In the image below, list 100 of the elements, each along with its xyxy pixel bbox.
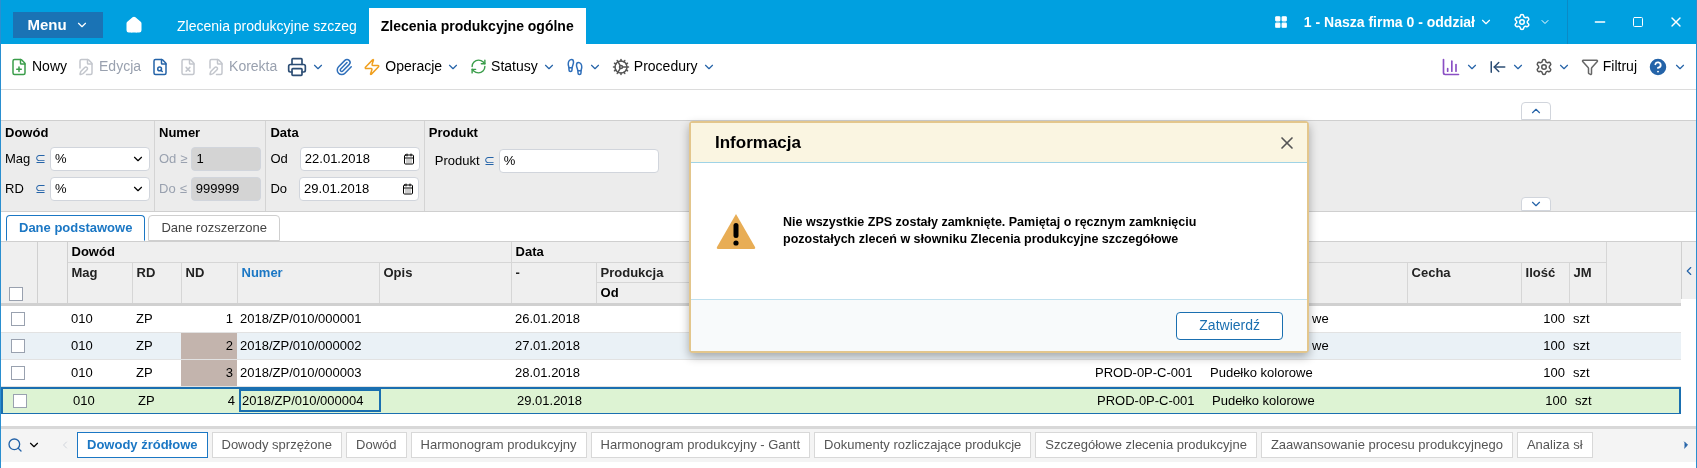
- view-tab[interactable]: Dane rozszerzone: [148, 215, 280, 241]
- bottom-tab[interactable]: Harmonogram produkcyjny - Gantt: [590, 432, 811, 458]
- table-cell-text: szt: [1572, 336, 1591, 355]
- table-row[interactable]: 010 ZP 4 2018/ZP/010/000004 29.01.2018 PROD-0P-C-001 Pudełko kolorowe 100 szt: [1, 386, 1681, 414]
- table-cell-text: szt: [1572, 309, 1591, 328]
- column-header[interactable]: Numer: [241, 264, 283, 280]
- column-header[interactable]: Mag: [71, 264, 98, 280]
- filter-group-title: Numer: [159, 125, 201, 140]
- lightning-icon: [363, 57, 382, 76]
- home-icon[interactable]: [125, 16, 143, 34]
- calendar-icon: [402, 152, 415, 165]
- table-cell-text: 010: [72, 391, 96, 410]
- table-row[interactable]: 010 ZP 3 2018/ZP/010/000003 28.01.2018 PROD-0P-C-001 Pudełko kolorowe 100 szt: [1, 359, 1681, 387]
- operator-sign: ≥: [180, 149, 189, 168]
- maximize-icon[interactable]: [1632, 16, 1644, 28]
- toolbar-button[interactable]: Operacje: [358, 52, 466, 81]
- column-header[interactable]: Opis: [383, 264, 413, 280]
- column-header[interactable]: -: [515, 264, 520, 280]
- table-cell-text: szt: [1574, 391, 1593, 410]
- field-label: RD: [5, 179, 25, 198]
- column-header[interactable]: Ilość: [1525, 264, 1556, 280]
- dialog-title: Informacja: [715, 131, 801, 154]
- column-group-header: Data: [515, 244, 544, 259]
- select-all-checkbox[interactable]: [9, 286, 23, 301]
- table-cell-text: Pudełko kolorowe: [1212, 391, 1315, 410]
- select-field[interactable]: %: [50, 146, 150, 171]
- table-cell: PROD-0P-C-001: [1097, 392, 1195, 408]
- column-header[interactable]: ND: [185, 264, 205, 280]
- refresh-icon: [470, 58, 488, 75]
- table-cell-text: 2018/ZP/010/000002: [239, 336, 363, 355]
- settings-icon: [1534, 57, 1553, 76]
- bottom-tab[interactable]: Dowód: [346, 432, 407, 458]
- window-tab[interactable]: Zlecenia produkcyjne ogólne: [368, 8, 586, 44]
- bottom-tab[interactable]: Szczegółowe zlecenia produkcyjne: [1035, 432, 1257, 458]
- table-cell-text: ZP: [135, 309, 154, 328]
- menu-button[interactable]: Menu: [13, 12, 103, 38]
- row-checkbox[interactable]: [11, 311, 25, 326]
- row-checkbox[interactable]: [11, 338, 25, 353]
- toolbar-button[interactable]: Procedury: [606, 52, 721, 81]
- bottom-tab[interactable]: Dowody sprzężone: [211, 432, 343, 458]
- input-field[interactable]: %: [498, 148, 659, 173]
- edit-document-icon: [77, 57, 95, 76]
- field-label: Do: [159, 179, 177, 198]
- table-cell-text: 100: [1542, 363, 1566, 382]
- field-label: Do: [270, 179, 289, 198]
- row-checkbox[interactable]: [13, 393, 27, 408]
- footprints-icon: [565, 57, 584, 76]
- toolbar-button[interactable]: Filtruj: [1575, 52, 1642, 81]
- table-cell-text: we: [1312, 309, 1329, 328]
- table-cell-text: 010: [70, 336, 94, 355]
- column-group-header: Dowód: [71, 244, 115, 259]
- collapse-button[interactable]: [1521, 102, 1551, 120]
- bottom-tab[interactable]: Dowody źródłowe: [77, 432, 208, 458]
- view-tab[interactable]: Dane podstawowe: [6, 215, 146, 241]
- filter-group-title: Dowód: [5, 125, 49, 140]
- table-cell-text: 2018/ZP/010/000003: [239, 363, 363, 382]
- column-header[interactable]: Cecha: [1411, 264, 1451, 280]
- table-cell: 3: [181, 359, 237, 386]
- correction-icon: [207, 57, 226, 76]
- table-cell: 2018/ZP/010/000004: [241, 390, 379, 411]
- table-cell: PROD-0P-C-001: [1095, 364, 1193, 380]
- settings-icon[interactable]: [1513, 13, 1531, 31]
- print-icon: [287, 56, 308, 77]
- table-cell-text: ZP: [137, 391, 156, 410]
- bottom-tab[interactable]: Dokumenty rozliczające produkcje: [814, 432, 1032, 458]
- bottom-tab[interactable]: Harmonogram produkcyjny: [410, 432, 587, 458]
- select-field[interactable]: %: [50, 176, 150, 201]
- gear-document-icon: [611, 57, 630, 76]
- date-field[interactable]: 22.01.2018: [299, 146, 420, 171]
- table-cell-text: 28.01.2018: [514, 363, 582, 382]
- dialog-message: Nie wszystkie ZPS zostały zamknięte. Pamiętaj o ręcznym zamknięciu pozostałych zleceń w słowniku Zlecenia produkcyjne szczegółowe: [783, 214, 1198, 248]
- confirm-button[interactable]: Zatwierdź: [1176, 311, 1283, 340]
- paperclip-icon: [335, 57, 354, 76]
- filter-icon: [1580, 57, 1599, 76]
- date-field[interactable]: 29.01.2018: [299, 176, 420, 201]
- table-cell-text: szt: [1572, 363, 1591, 382]
- table-cell-text: 26.01.2018: [514, 309, 582, 328]
- filter-group-title: Data: [270, 125, 299, 140]
- table-cell-text: 1: [224, 309, 234, 328]
- toolbar-button[interactable]: Nowy: [5, 52, 72, 81]
- apps-grid-icon[interactable]: [1273, 15, 1288, 29]
- bottom-tab[interactable]: Analiza sł: [1516, 432, 1593, 458]
- expand-button[interactable]: [1521, 197, 1551, 211]
- table-cell-text: 2018/ZP/010/000001: [239, 309, 363, 328]
- new-document-icon: [10, 57, 28, 76]
- row-checkbox[interactable]: [11, 365, 25, 380]
- field-label: Mag: [5, 149, 32, 168]
- operator-sign: ⊆: [35, 149, 47, 168]
- search-icon[interactable]: [7, 437, 23, 453]
- table-cell-text: we: [1312, 336, 1329, 355]
- operator-sign: ⊆: [35, 179, 47, 198]
- column-header[interactable]: RD: [136, 264, 156, 280]
- toolbar-button[interactable]: Statusy: [465, 52, 561, 81]
- column-header[interactable]: Od: [600, 285, 619, 300]
- help-icon: [1647, 55, 1669, 78]
- column-header[interactable]: JM: [1573, 264, 1592, 280]
- bottom-tab[interactable]: Zaawansowanie procesu produkcyjnego: [1260, 432, 1513, 458]
- table-cell-text: 100: [1544, 391, 1568, 410]
- column-header[interactable]: Produkcja: [600, 264, 664, 280]
- table-cell-text: 29.01.2018: [516, 391, 584, 410]
